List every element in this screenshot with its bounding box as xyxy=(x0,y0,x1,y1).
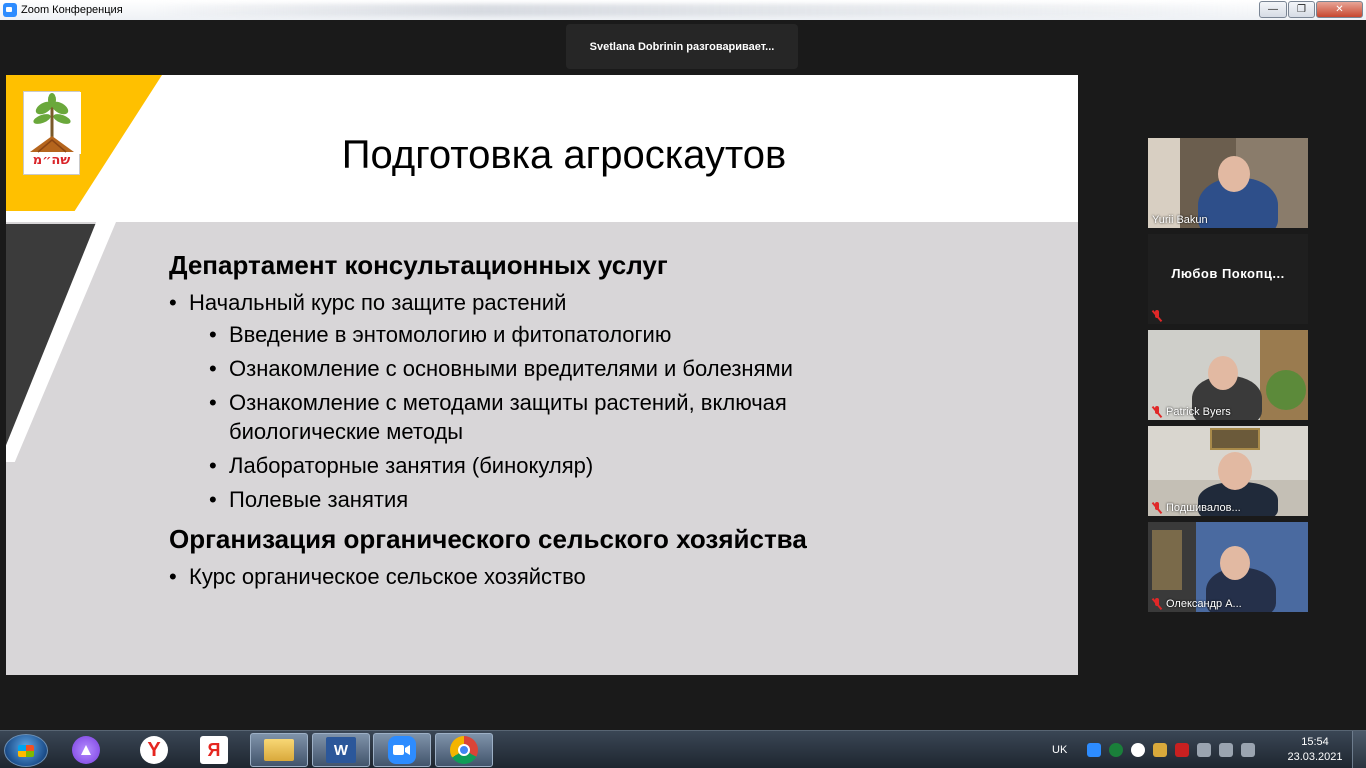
window-titlebar: Zoom Конференция — ❐ ✕ xyxy=(0,0,1366,20)
taskbar-chrome[interactable] xyxy=(435,733,493,767)
participant-video-tile[interactable]: Олександр А... xyxy=(1148,522,1308,612)
taskbar-zoom[interactable] xyxy=(373,733,431,767)
list-item: Курс органическое сельское хозяйство xyxy=(169,559,1049,594)
zoom-screen: Zoom Конференция — ❐ ✕ Svetlana Dobrinin… xyxy=(0,0,1366,768)
show-desktop-button[interactable] xyxy=(1352,731,1366,768)
section-heading: Организация органического сельского хозя… xyxy=(169,524,807,554)
taskbar-word[interactable]: W xyxy=(312,733,370,767)
taskbar-alice[interactable] xyxy=(62,733,110,767)
participant-name-large: Любов Покопц... xyxy=(1171,266,1285,281)
minimize-button[interactable]: — xyxy=(1259,1,1287,18)
list-item: Начальный курс по защите растений xyxy=(169,285,1049,320)
flag-icon[interactable] xyxy=(1197,743,1212,757)
participant-name-bar xyxy=(1152,310,1166,322)
bookshelf-background xyxy=(1152,530,1182,590)
participant-face xyxy=(1218,452,1252,490)
chrome-icon xyxy=(450,736,478,764)
active-speaker-banner: Svetlana Dobrinin разговаривает... xyxy=(566,24,798,69)
shared-slide: שה״מ Подготовка агроскаутов Департамент … xyxy=(6,75,1078,675)
language-indicator[interactable]: UK xyxy=(1052,744,1067,756)
close-button[interactable]: ✕ xyxy=(1316,1,1363,18)
mic-muted-icon xyxy=(1152,310,1162,322)
yandex-tray-icon[interactable] xyxy=(1131,743,1146,757)
sub-list-item: Введение в энтомологию и фитопатологию xyxy=(169,320,1049,349)
window-title: Zoom Конференция xyxy=(21,4,123,16)
sub-list-item: Лабораторные занятия (бинокуляр) xyxy=(169,451,1049,480)
mic-muted-icon xyxy=(1152,502,1162,514)
blurred-background-title xyxy=(150,4,1250,16)
zoom-app-icon xyxy=(3,3,17,17)
shield-icon[interactable] xyxy=(1175,743,1190,757)
edge-tray-icon[interactable] xyxy=(1109,743,1124,757)
taskbar-clock[interactable]: 15:54 23.03.2021 xyxy=(1282,735,1348,765)
taskbar-yandex-browser[interactable]: Y xyxy=(130,733,178,767)
participant-no-video: Любов Покопц... xyxy=(1148,234,1308,324)
plant-background xyxy=(1266,370,1306,410)
participant-face xyxy=(1208,356,1238,390)
participant-video-tile[interactable]: Подшивалов... xyxy=(1148,426,1308,516)
file-explorer-icon xyxy=(264,739,294,761)
participant-name: Олександр А... xyxy=(1152,598,1242,610)
participant-name: Patrick Byers xyxy=(1152,406,1231,418)
participant-face xyxy=(1220,546,1250,580)
maximize-button[interactable]: ❐ xyxy=(1288,1,1315,18)
network-icon[interactable] xyxy=(1219,743,1234,757)
zoom-tray-icon[interactable] xyxy=(1087,743,1102,757)
slide-title: Подготовка агроскаутов xyxy=(341,133,787,177)
yandex-browser-icon: Y xyxy=(140,736,168,764)
mic-muted-icon xyxy=(1152,598,1162,610)
participant-video-tile[interactable]: Patrick Byers xyxy=(1148,330,1308,420)
zoom-icon xyxy=(388,736,416,764)
yandex-icon: Я xyxy=(200,736,228,764)
taskbar-yandex[interactable]: Я xyxy=(190,733,238,767)
participant-name: Yurii Bakun xyxy=(1152,214,1208,226)
participant-video-tile[interactable]: Любов Покопц... xyxy=(1148,234,1308,324)
clock-date: 23.03.2021 xyxy=(1287,751,1343,763)
volume-icon[interactable] xyxy=(1241,743,1256,757)
clock-time: 15:54 xyxy=(1301,736,1329,748)
wall-picture xyxy=(1210,428,1260,450)
word-icon: W xyxy=(326,737,356,763)
windows-taskbar: Y Я W UK 15:54 23.03.2021 xyxy=(0,730,1366,768)
participant-video-tile[interactable]: Yurii Bakun xyxy=(1148,138,1308,228)
section-heading: Департамент консультационных услуг xyxy=(169,250,668,280)
system-tray: UK xyxy=(1052,731,1259,768)
participant-name: Подшивалов... xyxy=(1152,502,1241,514)
mic-muted-icon xyxy=(1152,406,1162,418)
alice-icon xyxy=(72,736,100,764)
update-tray-icon[interactable] xyxy=(1153,743,1168,757)
sub-list-item: Ознакомление с основными вредителями и б… xyxy=(169,354,1049,383)
start-button[interactable] xyxy=(4,734,48,767)
participant-face xyxy=(1218,156,1250,192)
sub-list-item: Полевые занятия xyxy=(169,485,1049,514)
taskbar-file-explorer[interactable] xyxy=(250,733,308,767)
sub-list-item: Ознакомление с методами защиты растений,… xyxy=(169,388,869,446)
slide-content: Департамент консультационных услуг Начал… xyxy=(169,245,1049,594)
